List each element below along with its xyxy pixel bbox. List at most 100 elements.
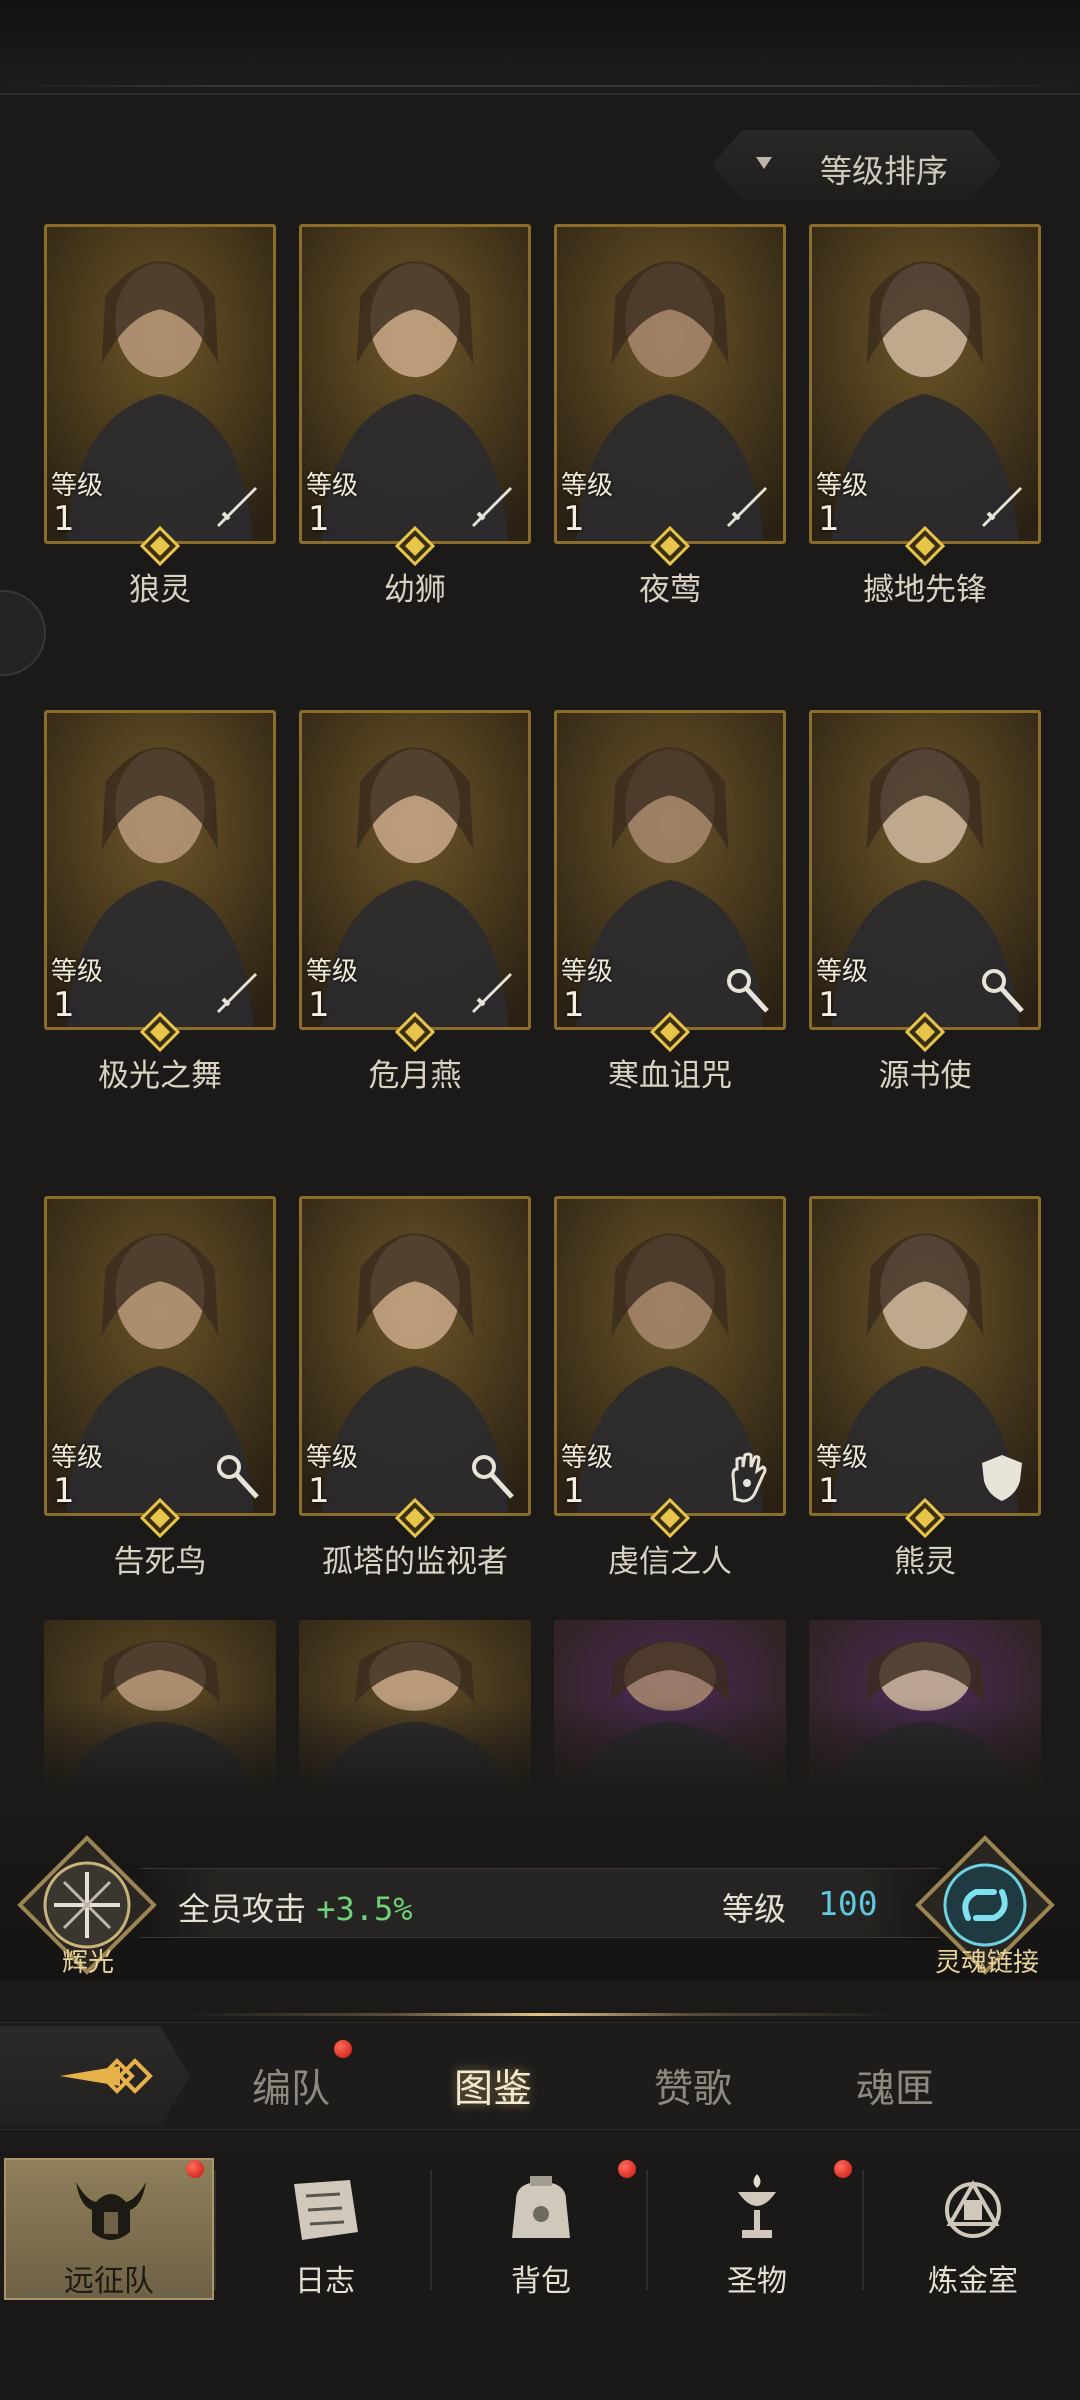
nav-label: 圣物 bbox=[727, 2264, 787, 2299]
hand-icon bbox=[719, 1449, 775, 1505]
bonus-stat-label: 全员攻击 bbox=[178, 1890, 307, 1928]
notification-badge bbox=[186, 2160, 204, 2178]
soul-link-level-value: 100 bbox=[818, 1884, 878, 1923]
rarity-gem-icon bbox=[649, 525, 691, 567]
staff-icon bbox=[719, 963, 775, 1019]
hero-card[interactable]: 等级 1 bbox=[299, 710, 531, 1030]
hero-level-value: 1 bbox=[53, 985, 75, 1025]
hero-level-label: 等级 bbox=[51, 957, 104, 987]
hero-name: 幼狮 bbox=[384, 572, 446, 608]
hero-name: 孤塔的监视者 bbox=[322, 1544, 508, 1580]
sword-icon bbox=[209, 477, 265, 533]
rarity-gem-icon bbox=[394, 525, 436, 567]
chalice-icon bbox=[712, 2170, 802, 2250]
hero-card[interactable]: 等级 1 bbox=[809, 1196, 1041, 1516]
hero-card[interactable]: 等级 1 bbox=[554, 1196, 786, 1516]
hero-card[interactable]: 等级 1 bbox=[299, 1196, 531, 1516]
hero-level-value: 1 bbox=[53, 1471, 75, 1511]
sword-icon bbox=[464, 477, 520, 533]
hero-level-label: 等级 bbox=[306, 1443, 359, 1473]
rarity-gem-icon bbox=[904, 1011, 946, 1053]
rarity-gem-icon bbox=[649, 1497, 691, 1539]
hero-level-label: 等级 bbox=[561, 957, 614, 987]
rarity-gem-icon bbox=[394, 1497, 436, 1539]
hero-level-label: 等级 bbox=[306, 471, 359, 501]
nav-label: 炼金室 bbox=[928, 2264, 1018, 2299]
sword-icon bbox=[719, 477, 775, 533]
hero-name: 告死鸟 bbox=[113, 1544, 207, 1580]
hero-level-label: 等级 bbox=[816, 1443, 869, 1473]
staff-icon bbox=[209, 1449, 265, 1505]
nav-separator bbox=[430, 2170, 432, 2290]
hero-name: 狼灵 bbox=[129, 572, 191, 608]
hero-name: 源书使 bbox=[878, 1058, 972, 1094]
nav-separator bbox=[214, 2170, 216, 2290]
hero-level-value: 1 bbox=[53, 499, 75, 539]
notification-badge bbox=[334, 2040, 352, 2058]
hero-level-label: 等级 bbox=[561, 471, 614, 501]
rarity-gem-icon bbox=[904, 1497, 946, 1539]
hero-level-label: 等级 bbox=[51, 471, 104, 501]
section-divider bbox=[180, 2013, 900, 2016]
hero-level-value: 1 bbox=[563, 1471, 585, 1511]
hero-name: 极光之舞 bbox=[98, 1058, 222, 1094]
nav-label: 日志 bbox=[295, 2264, 355, 2299]
tab-anthem[interactable]: 赞歌 bbox=[654, 2058, 732, 2114]
tab-codex[interactable]: 图鉴 bbox=[454, 2058, 532, 2114]
sort-by-level-button[interactable]: 等级排序 bbox=[712, 130, 1002, 200]
rarity-gem-icon bbox=[139, 1011, 181, 1053]
hero-card[interactable]: 等级 1 bbox=[554, 224, 786, 544]
nav-separator bbox=[862, 2170, 864, 2290]
top-ornate-bar bbox=[0, 0, 1080, 95]
soul-link-label: 灵魂链接 bbox=[934, 1948, 1039, 1978]
notification-badge bbox=[834, 2160, 852, 2178]
shield-icon bbox=[974, 1449, 1030, 1505]
bag-icon bbox=[496, 2170, 586, 2250]
hero-level-label: 等级 bbox=[561, 1443, 614, 1473]
hero-card[interactable]: 等级 1 bbox=[809, 710, 1041, 1030]
hero-name: 寒血诅咒 bbox=[608, 1058, 732, 1094]
hero-name: 撼地先锋 bbox=[863, 572, 987, 608]
tab-soul-box[interactable]: 魂匣 bbox=[856, 2058, 934, 2114]
hero-card[interactable]: 等级 1 bbox=[44, 710, 276, 1030]
rarity-gem-icon bbox=[649, 1011, 691, 1053]
staff-icon bbox=[464, 1449, 520, 1505]
hero-level-value: 1 bbox=[308, 1471, 330, 1511]
hero-level-label: 等级 bbox=[306, 957, 359, 987]
sort-label: 等级排序 bbox=[820, 152, 949, 190]
hero-card[interactable]: 等级 1 bbox=[554, 710, 786, 1030]
rarity-gem-icon bbox=[394, 1011, 436, 1053]
alchemy-icon bbox=[928, 2170, 1018, 2250]
hero-name: 熊灵 bbox=[894, 1544, 956, 1580]
sword-icon bbox=[974, 477, 1030, 533]
arrow-diamond-icon bbox=[60, 2058, 153, 2094]
nav-label: 背包 bbox=[511, 2264, 571, 2299]
notification-badge bbox=[618, 2160, 636, 2178]
hero-level-label: 等级 bbox=[816, 471, 869, 501]
rarity-gem-icon bbox=[139, 1497, 181, 1539]
hero-level-label: 等级 bbox=[51, 1443, 104, 1473]
radiance-label: 辉光 bbox=[61, 1948, 114, 1978]
hero-name: 危月燕 bbox=[368, 1058, 462, 1094]
hero-level-value: 1 bbox=[308, 499, 330, 539]
nav-label: 远征队 bbox=[64, 2264, 154, 2299]
hero-card[interactable]: 等级 1 bbox=[44, 224, 276, 544]
hero-level-value: 1 bbox=[818, 1471, 840, 1511]
rarity-gem-icon bbox=[904, 525, 946, 567]
hero-level-value: 1 bbox=[818, 985, 840, 1025]
sword-icon bbox=[464, 963, 520, 1019]
back-button[interactable] bbox=[0, 2026, 190, 2126]
tab-formation[interactable]: 编队 bbox=[252, 2058, 330, 2114]
map-icon bbox=[280, 2170, 370, 2250]
hero-name: 夜莺 bbox=[639, 572, 701, 608]
team-attack-bonus: 全员攻击 +3.5% bbox=[178, 1884, 413, 1930]
hero-level-value: 1 bbox=[818, 499, 840, 539]
hero-level-value: 1 bbox=[563, 499, 585, 539]
hero-card[interactable]: 等级 1 bbox=[809, 224, 1041, 544]
hero-card[interactable]: 等级 1 bbox=[44, 1196, 276, 1516]
hero-level-label: 等级 bbox=[816, 957, 869, 987]
hero-card[interactable]: 等级 1 bbox=[299, 224, 531, 544]
bonus-stat-value: +3.5% bbox=[316, 1890, 413, 1928]
soul-link-level-label: 等级 bbox=[722, 1890, 787, 1928]
nav-separator bbox=[646, 2170, 648, 2290]
